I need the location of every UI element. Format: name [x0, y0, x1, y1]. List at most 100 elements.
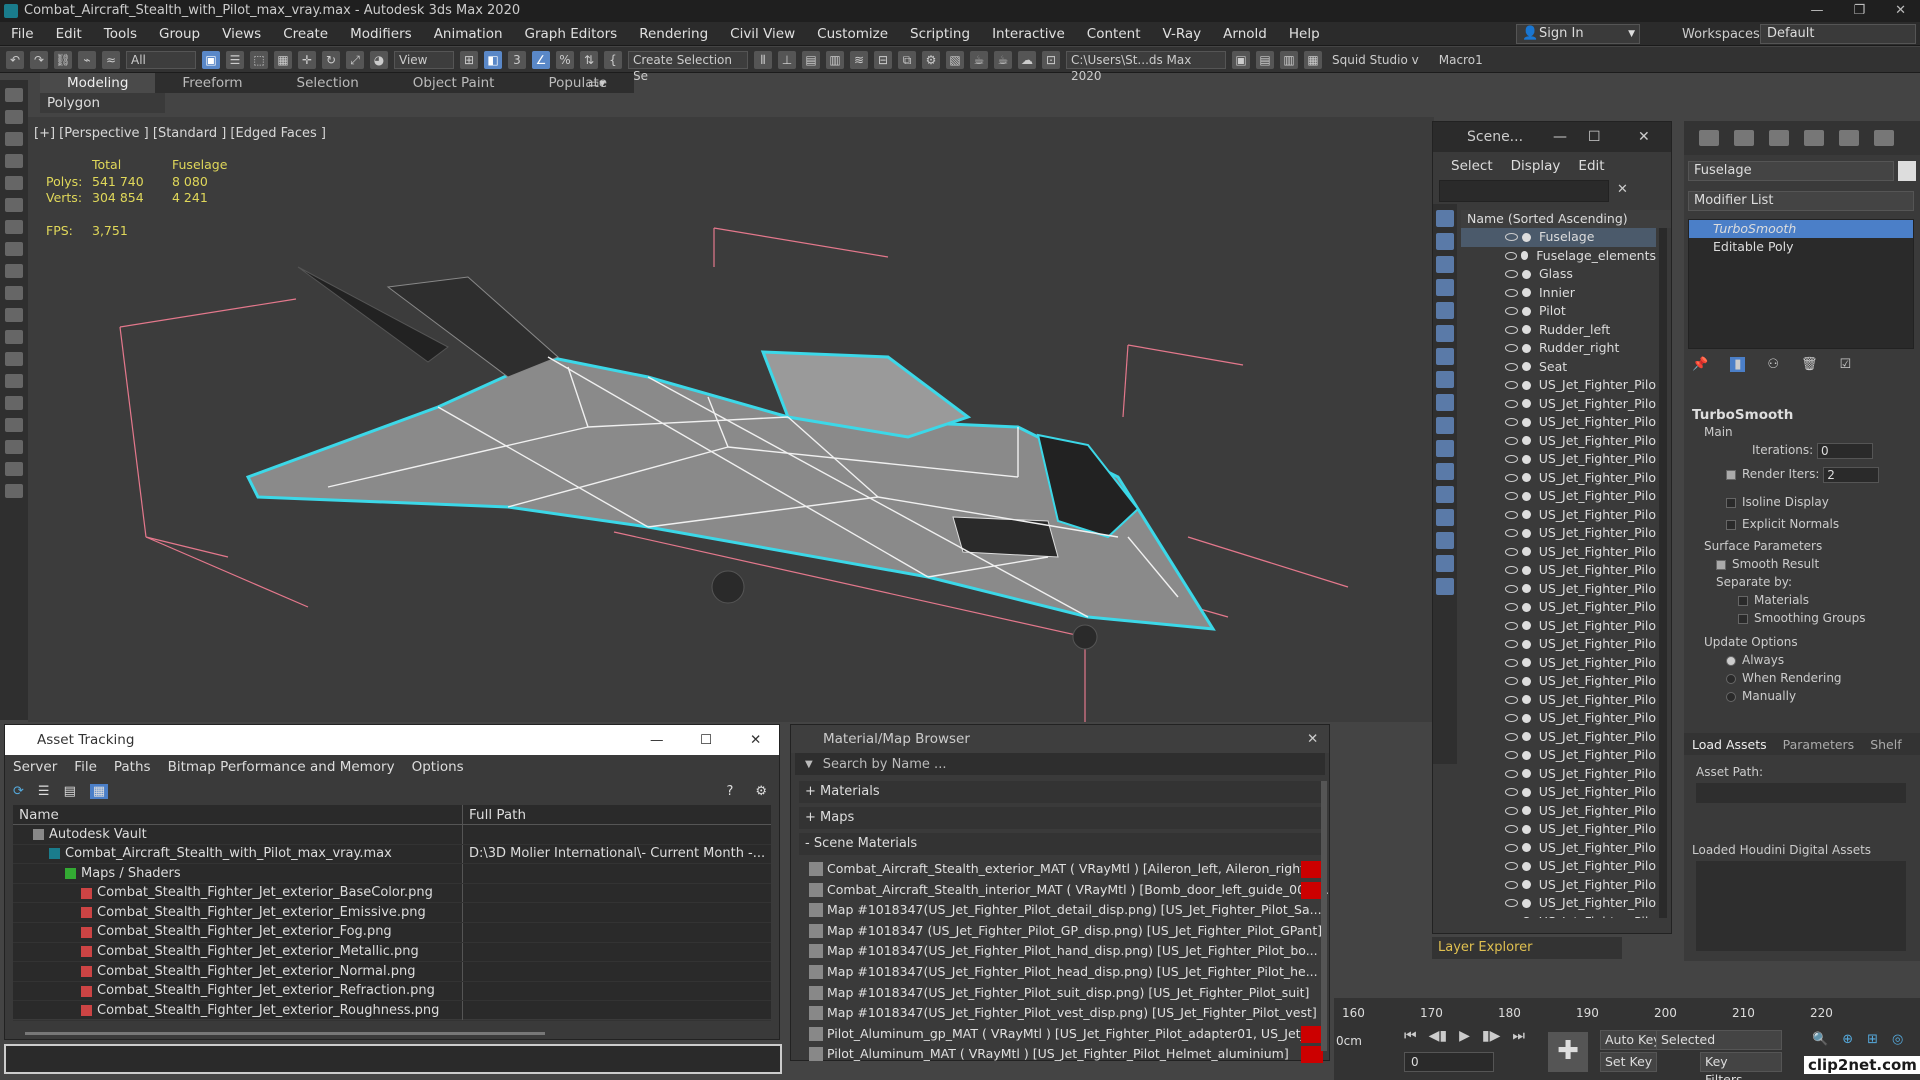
visibility-eye-icon[interactable] [1505, 529, 1518, 538]
current-frame-field[interactable]: 0 [1404, 1052, 1494, 1072]
ribbon-tab-populate[interactable]: Populate [521, 73, 634, 93]
scene-item[interactable]: US_Jet_Fighter_Pilo [1461, 580, 1656, 599]
mirror-icon[interactable]: ⫴ [754, 50, 772, 69]
scene-item[interactable]: US_Jet_Fighter_Pilo [1461, 820, 1656, 839]
menu-scripting[interactable]: Scripting [899, 22, 981, 46]
lock-icon[interactable] [5, 198, 23, 212]
filter-frozen-icon[interactable] [1436, 440, 1454, 457]
menu-create[interactable]: Create [272, 22, 339, 46]
render-iterative-icon[interactable]: ☕ [994, 50, 1012, 69]
ribbon-options-icon[interactable]: ▭▾ [588, 76, 616, 90]
filter-helpers-icon[interactable] [1436, 302, 1454, 319]
scene-menu-display[interactable]: Display [1511, 152, 1561, 180]
project-name[interactable]: Squid Studio v [1332, 53, 1419, 67]
material-item[interactable]: Pilot_Aluminum_MAT ( VRayMtl ) [US_Jet_F… [791, 1044, 1329, 1065]
settings-icon[interactable]: ⚙ [755, 784, 767, 799]
visibility-eye-icon[interactable] [1505, 381, 1518, 390]
rendered-frame-icon[interactable]: ▧ [946, 50, 964, 69]
orbit-nav-icon[interactable]: ◎ [1892, 1032, 1903, 1047]
clear-search-icon[interactable]: ✕ [1617, 182, 1628, 197]
menu-tools[interactable]: Tools [93, 22, 148, 46]
table-row[interactable]: Combat_Stealth_Fighter_Jet_exterior_Emis… [13, 903, 771, 923]
close-icon[interactable]: ✕ [1638, 122, 1650, 152]
menu-modifiers[interactable]: Modifiers [339, 22, 423, 46]
scene-item[interactable]: US_Jet_Fighter_Pilo [1461, 672, 1656, 691]
vray-icon[interactable]: ⊡ [1042, 50, 1060, 69]
visibility-eye-icon[interactable] [1505, 492, 1518, 501]
col-name-header[interactable]: Name [13, 804, 463, 825]
visibility-eye-icon[interactable] [1505, 584, 1518, 593]
bone-icon[interactable] [5, 286, 23, 300]
scene-menu-select[interactable]: Select [1451, 152, 1493, 180]
menu-v-ray[interactable]: V-Ray [1152, 22, 1213, 46]
table-row[interactable]: Combat_Aircraft_Stealth_with_Pilot_max_v… [13, 844, 771, 865]
hierarchy-tab-icon[interactable] [1769, 130, 1789, 146]
filter-shapes-icon[interactable] [1436, 233, 1454, 250]
scene-item[interactable]: US_Jet_Fighter_Pilo [1461, 598, 1656, 617]
visibility-eye-icon[interactable] [1505, 843, 1518, 852]
visibility-eye-icon[interactable] [1505, 418, 1518, 427]
grid-icon[interactable] [5, 176, 23, 190]
ribbon-tab-selection[interactable]: Selection [270, 73, 386, 93]
align-icon[interactable]: ⊥ [778, 50, 796, 69]
rotate-icon[interactable]: ↻ [322, 50, 340, 69]
scene-item[interactable]: US_Jet_Fighter_Pilo [1461, 839, 1656, 858]
asset-h-scrollbar[interactable] [25, 1032, 545, 1035]
go-to-start-icon[interactable]: ⏮ [1404, 1028, 1417, 1044]
material-item[interactable]: Combat_Aircraft_Stealth_interior_MAT ( V… [791, 880, 1329, 901]
scene-item[interactable]: US_Jet_Fighter_Pilo [1461, 765, 1656, 784]
sphere-icon[interactable] [5, 330, 23, 344]
filter-all-icon[interactable] [1436, 486, 1454, 503]
light-icon[interactable] [5, 418, 23, 432]
modifier-editable-poly[interactable]: Editable Poly [1689, 238, 1913, 256]
scene-item[interactable]: US_Jet_Fighter_Pilo [1461, 783, 1656, 802]
material-item[interactable]: Map #1018347(US_Jet_Fighter_Pilot_detail… [791, 900, 1329, 921]
scene-item[interactable]: US_Jet_Fighter_Pilo [1461, 876, 1656, 895]
scene-item[interactable]: US_Jet_Fighter_Pilo [1461, 487, 1656, 506]
visibility-eye-icon[interactable] [1505, 233, 1518, 242]
reference-coordinate-dropdown[interactable]: View [394, 50, 454, 69]
snap-icon[interactable]: 3 [508, 50, 526, 69]
loaded-assets-list[interactable] [1696, 861, 1906, 951]
tab-shelf[interactable]: Shelf [1862, 737, 1909, 752]
scene-item[interactable]: US_Jet_Fighter_Pilo [1461, 395, 1656, 414]
visibility-eye-icon[interactable] [1505, 270, 1518, 279]
layer-explorer-dropdown[interactable]: Layer Explorer [1432, 937, 1622, 959]
visibility-eye-icon[interactable] [1505, 307, 1518, 316]
maximize-icon[interactable]: ☐ [1588, 122, 1601, 152]
cone-icon[interactable] [5, 396, 23, 410]
visibility-eye-icon[interactable] [1505, 640, 1518, 649]
asset-menu-bitmap-performance-and-memory[interactable]: Bitmap Performance and Memory [168, 757, 395, 777]
timeline-ruler[interactable]: 160 170 180 190 200 210 220 [1334, 998, 1920, 1022]
manually-radio[interactable] [1726, 691, 1736, 702]
scene-item[interactable]: US_Jet_Fighter_Pilo [1461, 635, 1656, 654]
scene-item[interactable]: US_Jet_Fighter_Pilo [1461, 524, 1656, 543]
move-icon[interactable]: ✛ [298, 50, 316, 69]
visibility-eye-icon[interactable] [1505, 880, 1518, 889]
asset-menu-paths[interactable]: Paths [114, 757, 151, 777]
box-icon[interactable] [5, 308, 23, 322]
scene-menu-edit[interactable]: Edit [1578, 152, 1604, 180]
visibility-eye-icon[interactable] [1505, 862, 1518, 871]
modifier-list-dropdown[interactable]: Modifier List [1688, 191, 1914, 211]
scene-item[interactable]: US_Jet_Fighter_Pilo [1461, 894, 1656, 913]
material-scrollbar[interactable] [1321, 781, 1327, 1051]
close-icon[interactable]: ✕ [750, 725, 761, 755]
macro-label[interactable]: Macro1 [1439, 53, 1483, 67]
unlink-icon[interactable]: ⌁ [78, 50, 96, 69]
render-cloud-icon[interactable]: ☁ [1018, 50, 1036, 69]
when-rendering-radio[interactable] [1726, 673, 1736, 684]
scene-item[interactable]: US_Jet_Fighter_Pilo [1461, 450, 1656, 469]
configure-sets-icon[interactable]: ☑ [1840, 357, 1852, 372]
sound-icon[interactable] [5, 264, 23, 278]
asset-menu-server[interactable]: Server [13, 757, 57, 777]
percent-snap-icon[interactable]: % [556, 50, 574, 69]
region-select-icon[interactable]: ⬚ [250, 50, 268, 69]
object-name-field[interactable]: Fuselage [1688, 161, 1894, 181]
table-row[interactable]: Combat_Stealth_Fighter_Jet_exterior_Fog.… [13, 922, 771, 943]
search-options-icon[interactable]: ▼ [805, 759, 813, 770]
filter-cameras-icon[interactable] [1436, 279, 1454, 296]
place-icon[interactable]: ◕ [370, 50, 388, 69]
visibility-eye-icon[interactable] [1505, 621, 1518, 630]
material-item[interactable]: Combat_Aircraft_Stealth_exterior_MAT ( V… [791, 859, 1329, 880]
